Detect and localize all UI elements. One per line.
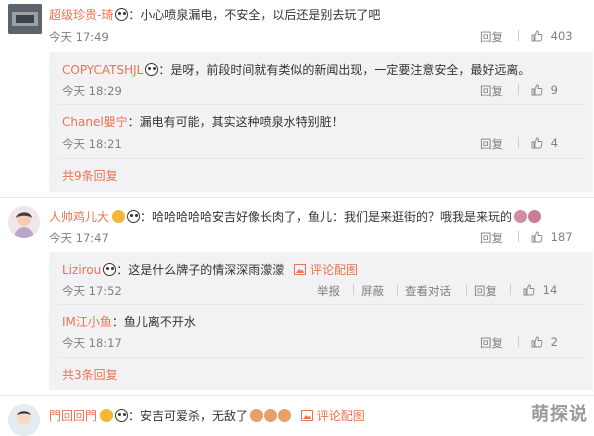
reply-time: 今天 18:17 bbox=[62, 336, 122, 350]
username-link[interactable]: 人帅鸡儿大 bbox=[49, 210, 109, 224]
reply-text: ：这是什么牌子的情深深雨濛濛 bbox=[116, 263, 285, 277]
more-replies-link[interactable]: 共3条回复 bbox=[62, 366, 118, 383]
cute-face-emoji-icon bbox=[250, 409, 264, 422]
report-button[interactable]: 举报 bbox=[317, 283, 340, 299]
avatar-image bbox=[8, 404, 40, 436]
like-count: 2 bbox=[550, 335, 558, 349]
thumb-up-icon bbox=[523, 284, 535, 296]
reply-time: 今天 17:52 bbox=[62, 284, 122, 298]
panda-emoji-icon bbox=[103, 263, 117, 276]
reply-button[interactable]: 回复 bbox=[480, 29, 503, 45]
thumb-up-icon bbox=[531, 84, 543, 96]
panda-emoji-icon bbox=[115, 409, 129, 422]
like-count: 4 bbox=[550, 136, 558, 150]
comment-image-link[interactable]: 评论配图 bbox=[310, 263, 358, 277]
like-count: 187 bbox=[550, 230, 573, 244]
like-button[interactable]: 187 bbox=[510, 230, 573, 244]
reply-button[interactable]: 回复 bbox=[480, 83, 503, 99]
like-button[interactable]: 403 bbox=[510, 29, 573, 43]
thumb-up-icon bbox=[531, 137, 543, 149]
divider bbox=[518, 231, 519, 242]
username-link[interactable]: COPYCATSHJL bbox=[62, 63, 143, 77]
thumb-up-icon bbox=[531, 336, 543, 348]
like-count: 14 bbox=[542, 283, 558, 297]
like-button[interactable]: 4 bbox=[510, 136, 558, 150]
reply-item: Chanel嬰宁：漏电有可能，其实这种喷泉水特别脏！ bbox=[62, 113, 344, 130]
image-icon bbox=[300, 410, 313, 421]
reply-time: 今天 18:29 bbox=[62, 84, 122, 98]
reply-item: IM江小鱼：鱼儿离不开水 bbox=[62, 313, 196, 330]
like-button[interactable]: 9 bbox=[510, 83, 558, 97]
block-button[interactable]: 屏蔽 bbox=[361, 283, 384, 299]
reply-item: Lizirou ：这是什么牌子的情深深雨濛濛 评论配图 bbox=[62, 261, 358, 278]
reply-button[interactable]: 回复 bbox=[480, 230, 503, 246]
cute-face-emoji-icon bbox=[278, 409, 292, 422]
divider bbox=[389, 283, 406, 297]
comment-body: 超级珍贵-琦 ：小心喷泉漏电，不安全，以后还是别去玩了吧 bbox=[49, 6, 380, 23]
thumb-up-icon bbox=[531, 30, 543, 42]
reply-text: ：是呀，前段时间就有类似的新闻出现，一定要注意安全，最好远离。 bbox=[158, 63, 531, 77]
more-replies-link[interactable]: 共9条回复 bbox=[62, 167, 118, 184]
like-button[interactable]: 14 bbox=[502, 283, 557, 297]
avatar[interactable] bbox=[8, 206, 40, 238]
comment-body: 人帅鸡儿大 ：哈哈哈哈哈安吉好像长肉了，鱼儿：我们是来逛街的？哦我是来玩的 bbox=[49, 208, 542, 225]
divider bbox=[458, 283, 475, 297]
avatar[interactable] bbox=[8, 4, 42, 34]
divider bbox=[518, 30, 519, 41]
comment-time: 今天 17:47 bbox=[49, 231, 109, 245]
comment-text: ：安吉可爱杀，无敌了 bbox=[128, 409, 249, 423]
username-link[interactable]: IM江小鱼 bbox=[62, 315, 112, 329]
cute-face-emoji-icon bbox=[528, 210, 542, 223]
thumb-up-icon bbox=[531, 231, 543, 243]
cute-face-emoji-icon bbox=[264, 409, 278, 422]
reply-item: COPYCATSHJL ：是呀，前段时间就有类似的新闻出现，一定要注意安全，最好远… bbox=[62, 61, 530, 78]
view-conversation-button[interactable]: 查看对话 bbox=[405, 283, 451, 299]
reply-button[interactable]: 回复 bbox=[480, 136, 503, 152]
crown-badge-icon bbox=[100, 409, 114, 422]
divider bbox=[518, 137, 519, 148]
reply-button[interactable]: 回复 bbox=[474, 283, 497, 299]
divider bbox=[510, 284, 511, 295]
comment-body: 門回回門 ：安吉可爱杀，无敌了 评论配图 bbox=[49, 407, 365, 424]
like-count: 9 bbox=[550, 83, 558, 97]
divider bbox=[345, 283, 362, 297]
like-count: 403 bbox=[550, 29, 573, 43]
reply-time: 今天 18:21 bbox=[62, 137, 122, 151]
username-link[interactable]: 門回回門 bbox=[49, 409, 97, 423]
username-link[interactable]: Chanel嬰宁 bbox=[62, 115, 128, 129]
avatar-image bbox=[8, 4, 42, 34]
comment-image-link[interactable]: 评论配图 bbox=[317, 409, 365, 423]
reply-text: ：漏电有可能，其实这种喷泉水特别脏！ bbox=[127, 115, 344, 129]
comment-text: ：哈哈哈哈哈安吉好像长肉了，鱼儿：我们是来逛街的？哦我是来玩的 bbox=[140, 210, 513, 224]
panda-emoji-icon bbox=[145, 63, 159, 76]
comment-text: ：小心喷泉漏电，不安全，以后还是别去玩了吧 bbox=[128, 8, 381, 22]
reply-text: ：鱼儿离不开水 bbox=[111, 315, 196, 329]
image-icon bbox=[294, 264, 307, 275]
cute-face-emoji-icon bbox=[514, 210, 528, 223]
watermark: 萌探说 bbox=[531, 404, 588, 425]
username-link[interactable]: Lizirou bbox=[62, 263, 101, 277]
reply-button[interactable]: 回复 bbox=[480, 335, 503, 351]
panda-emoji-icon bbox=[127, 210, 141, 223]
username-link[interactable]: 超级珍贵-琦 bbox=[49, 8, 113, 22]
like-button[interactable]: 2 bbox=[510, 335, 558, 349]
panda-emoji-icon bbox=[115, 8, 129, 21]
avatar-image bbox=[8, 206, 40, 238]
avatar[interactable] bbox=[8, 404, 40, 436]
divider bbox=[518, 336, 519, 347]
comment-time: 今天 17:49 bbox=[49, 30, 109, 44]
crown-badge-icon bbox=[112, 210, 126, 223]
divider bbox=[518, 84, 519, 95]
